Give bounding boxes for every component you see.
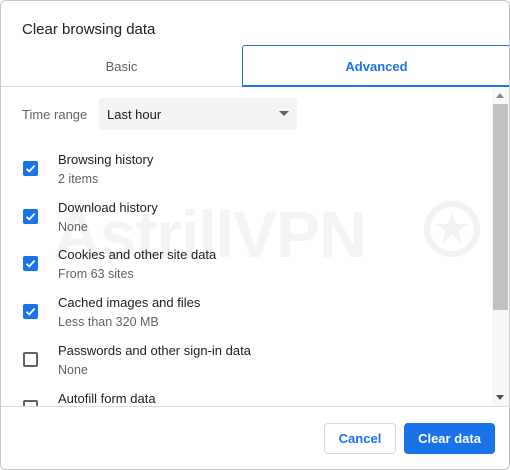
option-download-history[interactable]: Download history None (22, 200, 482, 240)
clear-browsing-data-dialog: Clear browsing data Basic Advanced Astri… (0, 0, 510, 470)
dropdown-arrow-icon (279, 111, 289, 116)
tab-advanced[interactable]: Advanced (242, 45, 509, 87)
scrollbar-thumb[interactable] (493, 104, 508, 310)
option-autofill[interactable]: Autofill form data (22, 391, 482, 406)
option-subtitle: 2 items (58, 172, 99, 186)
option-cookies[interactable]: Cookies and other site data From 63 site… (22, 247, 482, 287)
time-range-row: Time range Last hour (22, 98, 297, 130)
option-cached-images[interactable]: Cached images and files Less than 320 MB (22, 295, 482, 335)
dialog-footer: Cancel Clear data (1, 406, 509, 469)
option-title: Autofill form data (58, 391, 156, 406)
checkbox-checked-icon[interactable] (23, 161, 38, 176)
time-range-select[interactable]: Last hour (99, 98, 297, 130)
clear-data-button[interactable]: Clear data (404, 423, 495, 454)
option-subtitle: Less than 320 MB (58, 315, 159, 329)
option-subtitle: From 63 sites (58, 267, 134, 281)
checkbox-checked-icon[interactable] (23, 304, 38, 319)
tab-bar: Basic Advanced (1, 45, 509, 87)
scroll-down-arrow-icon[interactable] (496, 395, 504, 400)
tab-basic[interactable]: Basic (1, 45, 242, 87)
option-subtitle: None (58, 220, 88, 234)
dialog-title: Clear browsing data (22, 21, 156, 38)
option-title: Browsing history (58, 152, 154, 167)
option-passwords[interactable]: Passwords and other sign-in data None (22, 343, 482, 383)
checkbox-checked-icon[interactable] (23, 209, 38, 224)
scrollbar[interactable] (492, 88, 509, 406)
option-title: Download history (58, 200, 158, 215)
option-browsing-history[interactable]: Browsing history 2 items (22, 152, 482, 192)
checkbox-unchecked-icon[interactable] (23, 352, 38, 367)
option-title: Cookies and other site data (58, 247, 217, 262)
time-range-value: Last hour (107, 106, 162, 122)
option-title: Cached images and files (58, 295, 201, 310)
option-title: Passwords and other sign-in data (58, 343, 251, 358)
checkbox-checked-icon[interactable] (23, 256, 38, 271)
time-range-label: Time range (22, 106, 88, 122)
cancel-button[interactable]: Cancel (324, 423, 396, 454)
options-panel[interactable]: AstrillVPN Time range Last hour Browsing… (1, 88, 509, 406)
option-subtitle: None (58, 363, 88, 377)
scroll-up-arrow-icon[interactable] (496, 93, 504, 98)
